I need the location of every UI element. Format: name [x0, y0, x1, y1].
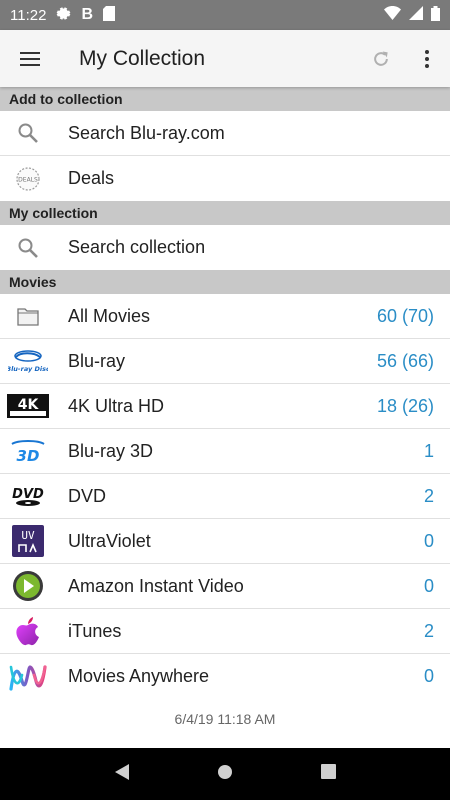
ultraviolet-logo-icon: UV: [2, 519, 54, 564]
apple-icon: [2, 609, 54, 654]
recents-square-icon: [321, 764, 337, 779]
settings-gear-icon: [56, 6, 71, 24]
last-updated-timestamp: 6/4/19 11:18 AM: [174, 711, 276, 727]
app-b-icon: B: [81, 6, 93, 23]
list-item-label: DVD: [68, 485, 107, 506]
list-item-all-movies[interactable]: All Movies 60 (70): [0, 294, 450, 339]
section-header-add: Add to collection: [0, 87, 450, 111]
page-title: My Collection: [79, 46, 206, 70]
system-navigation-bar: [0, 748, 450, 800]
list-item-label: Deals: [68, 168, 115, 188]
list-item-movies-anywhere[interactable]: Movies Anywhere 0: [0, 654, 450, 699]
list-item-amazon-instant-video[interactable]: Amazon Instant Video 0: [0, 564, 450, 609]
svg-text:4K: 4K: [18, 397, 40, 413]
list-item-label: Amazon Instant Video: [68, 575, 244, 596]
list-item-label: iTunes: [68, 620, 122, 641]
back-button[interactable]: [114, 763, 130, 786]
list-item-label: Blu-ray: [68, 350, 126, 371]
item-count: 2: [423, 485, 434, 506]
list-item-deals[interactable]: DEALS Deals: [0, 156, 450, 201]
status-time: 11:22: [10, 6, 47, 24]
more-vert-icon: [425, 49, 429, 68]
movies-anywhere-icon: [2, 654, 54, 699]
bluray-disc-logo-icon: Blu-ray Disc: [2, 339, 54, 384]
list-item-label: Movies Anywhere: [68, 666, 210, 686]
4k-ultra-hd-logo-icon: 4K: [2, 384, 54, 429]
list-item-bluray[interactable]: Blu-ray Disc Blu-ray 56 (66): [0, 339, 450, 384]
item-count: 2: [423, 620, 434, 641]
item-count: 18 (26): [376, 395, 434, 416]
list-item-label: Search Blu-ray.com: [68, 122, 225, 143]
svg-text:DEALS: DEALS: [18, 176, 38, 183]
svg-text:Blu-ray Disc: Blu-ray Disc: [8, 365, 48, 373]
list-item-label: All Movies: [68, 305, 151, 326]
svg-text:DVD: DVD: [12, 487, 44, 502]
bluray-3d-logo-icon: 3D: [2, 429, 54, 474]
item-count: 56 (66): [376, 350, 434, 371]
item-count: 60 (70): [376, 305, 434, 326]
search-icon: [2, 111, 54, 156]
list-item-label: UltraViolet: [68, 530, 151, 551]
recents-button[interactable]: [321, 764, 337, 784]
list-item-search-bluray[interactable]: Search Blu-ray.com: [0, 111, 450, 156]
list-item-4k-ultra-hd[interactable]: 4K 4K Ultra HD 18 (26): [0, 384, 450, 429]
list-item-search-collection[interactable]: Search collection: [0, 225, 450, 270]
item-count: 0: [423, 575, 434, 596]
item-count: 0: [423, 666, 434, 686]
svg-text:3D: 3D: [17, 447, 40, 464]
amazon-play-icon: [2, 564, 54, 609]
list-item-ultraviolet[interactable]: UV UltraViolet 0: [0, 519, 450, 564]
signal-icon: [409, 6, 423, 24]
wifi-icon: [384, 6, 401, 24]
refresh-icon: [374, 51, 388, 66]
menu-button[interactable]: [0, 30, 60, 87]
section-header-my-collection: My collection: [0, 201, 450, 225]
list-item-label: 4K Ultra HD: [68, 395, 165, 416]
deals-icon: DEALS: [2, 156, 54, 201]
home-button[interactable]: [217, 764, 233, 785]
svg-text:UV: UV: [21, 529, 35, 542]
overflow-menu-button[interactable]: [404, 30, 450, 87]
item-count: 0: [423, 530, 434, 551]
list-item-itunes[interactable]: iTunes 2: [0, 609, 450, 654]
search-icon: [2, 225, 54, 270]
battery-icon: [431, 5, 440, 25]
dvd-logo-icon: DVD: [2, 474, 54, 519]
list-item-label: Blu-ray 3D: [68, 440, 154, 461]
home-circle-icon: [218, 764, 233, 779]
app-bar: My Collection: [0, 30, 450, 87]
list-item-bluray-3d[interactable]: 3D Blu-ray 3D 1: [0, 429, 450, 474]
list-item-dvd[interactable]: DVD DVD 2: [0, 474, 450, 519]
list-item-label: Search collection: [68, 237, 206, 257]
status-bar: 11:22 B: [0, 0, 450, 30]
folder-icon: [2, 294, 54, 339]
refresh-button[interactable]: [358, 30, 404, 87]
section-header-movies: Movies: [0, 270, 450, 294]
hamburger-menu-icon: [20, 51, 40, 66]
item-count: 1: [423, 440, 434, 461]
back-triangle-icon: [114, 763, 129, 780]
sd-card-icon: [103, 6, 115, 24]
